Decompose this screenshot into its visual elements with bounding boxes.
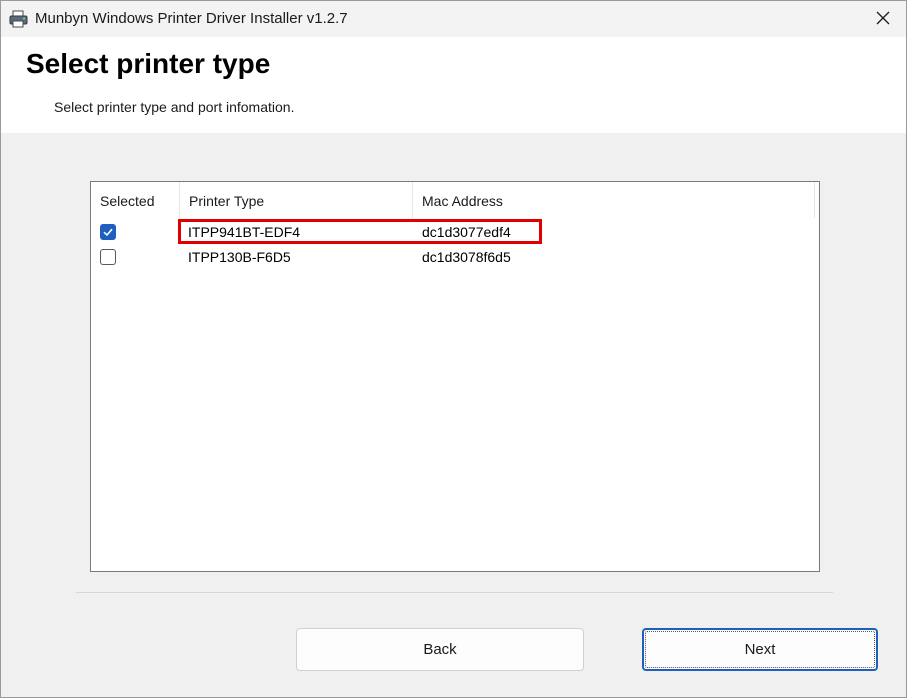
page-subtitle: Select printer type and port infomation. <box>54 99 295 115</box>
footer-divider <box>76 592 833 593</box>
back-button[interactable]: Back <box>296 628 584 671</box>
column-header-mac-address[interactable]: Mac Address <box>413 182 815 218</box>
column-header-selected[interactable]: Selected <box>91 182 180 218</box>
installer-window: Munbyn Windows Printer Driver Installer … <box>0 0 907 698</box>
row-checkbox[interactable] <box>100 224 116 240</box>
next-button[interactable]: Next <box>642 628 878 671</box>
close-button[interactable] <box>860 1 906 37</box>
mac-address-cell: dc1d3078f6d5 <box>422 249 511 265</box>
row-checkbox[interactable] <box>100 249 116 265</box>
column-header-printer-type[interactable]: Printer Type <box>180 182 413 218</box>
title-bar: Munbyn Windows Printer Driver Installer … <box>1 1 906 37</box>
page-header: Select printer type Select printer type … <box>1 37 906 133</box>
page-title: Select printer type <box>26 48 271 79</box>
close-icon <box>876 10 890 29</box>
highlight-annotation <box>178 219 542 244</box>
window-title: Munbyn Windows Printer Driver Installer … <box>35 10 348 27</box>
printer-type-cell: ITPP130B-F6D5 <box>188 249 291 265</box>
printer-icon <box>9 10 29 28</box>
next-button-label: Next <box>744 641 776 658</box>
table-row[interactable]: ITPP130B-F6D5 dc1d3078f6d5 <box>91 245 819 269</box>
